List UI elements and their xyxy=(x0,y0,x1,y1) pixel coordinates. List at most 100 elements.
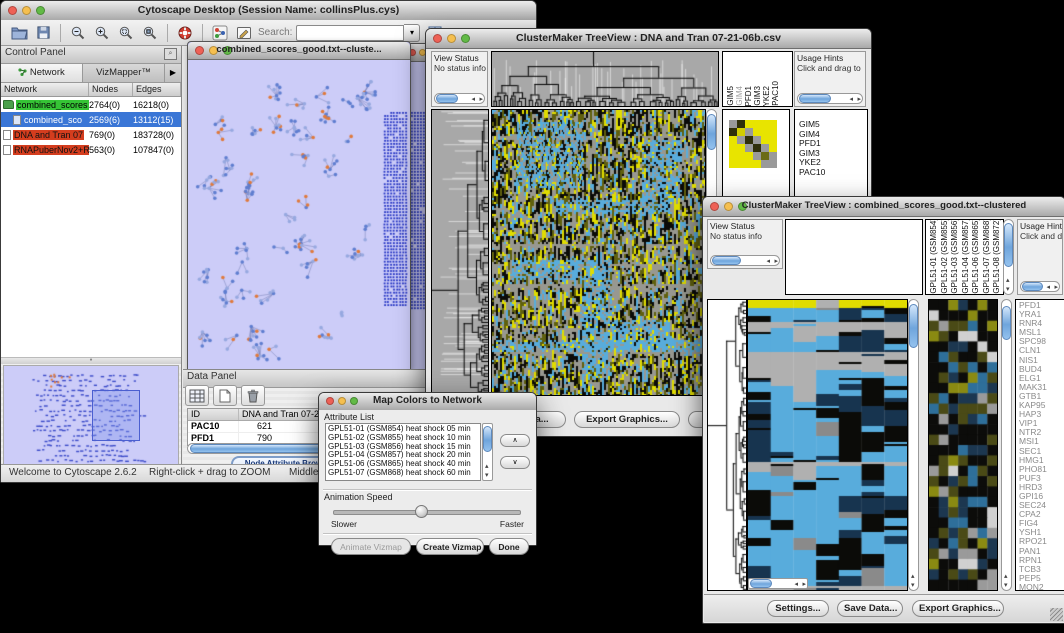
scroll-left-icon[interactable]: ◂ xyxy=(849,95,853,104)
scroll-right-icon[interactable]: ▸ xyxy=(857,95,861,104)
select-attributes-button[interactable] xyxy=(185,385,209,406)
help-button[interactable] xyxy=(174,23,196,43)
heatmap-canvas[interactable] xyxy=(491,109,706,396)
matrix-cell[interactable] xyxy=(745,120,753,128)
close-icon[interactable] xyxy=(8,6,17,15)
column-label[interactable]: GIM5 xyxy=(726,86,735,106)
view-status-hscrollbar[interactable]: ◂▸ xyxy=(434,93,485,104)
matrix-cell[interactable] xyxy=(745,128,753,136)
scroll-right-icon[interactable]: ▸ xyxy=(1054,283,1058,292)
matrix-cell[interactable] xyxy=(737,152,745,160)
main-titlebar[interactable]: Cytoscape Desktop (Session Name: collins… xyxy=(1,1,536,21)
matrix-cell[interactable] xyxy=(737,120,745,128)
tab-network[interactable]: Network xyxy=(1,64,83,82)
matrix-cell[interactable] xyxy=(761,120,769,128)
matrix-cell[interactable] xyxy=(737,128,745,136)
matrix-cell[interactable] xyxy=(753,152,761,160)
attribute-list[interactable]: GPL51-01 (GSM854) heat shock 05 minGPL51… xyxy=(325,423,481,481)
network-list-row[interactable]: RNAPuberNov2+R 563(0) 107847(0) xyxy=(1,142,181,157)
scroll-up-icon[interactable]: ▴ xyxy=(1006,276,1010,285)
column-label[interactable]: GPL51-01 (GSM854) xyxy=(929,219,940,294)
scrollbar-thumb[interactable] xyxy=(712,256,741,265)
matrix-cell[interactable] xyxy=(729,144,737,152)
matrix-cell[interactable] xyxy=(745,160,753,168)
frame-titlebar[interactable]: combined_scores_good.txt--cluste... xyxy=(188,42,410,60)
create-attribute-button[interactable] xyxy=(213,385,237,406)
birds-eye-viewport-rect[interactable] xyxy=(92,390,140,441)
move-up-button[interactable]: ∧ xyxy=(500,434,530,447)
scroll-up-icon[interactable]: ▴ xyxy=(1004,572,1008,581)
scroll-right-icon[interactable]: ▸ xyxy=(774,257,778,266)
matrix-cell[interactable] xyxy=(761,128,769,136)
matrix-cell[interactable] xyxy=(761,144,769,152)
zoom-out-button[interactable] xyxy=(67,23,89,43)
column-header-id[interactable]: ID xyxy=(188,409,239,420)
done-button[interactable]: Done xyxy=(489,538,529,555)
row-dendrogram-canvas[interactable] xyxy=(707,299,747,591)
attribute-item[interactable]: GPL51-07 (GSM868) heat shock 60 min xyxy=(328,469,478,478)
correlation-matrix[interactable] xyxy=(729,120,789,168)
scroll-right-icon[interactable]: ▸ xyxy=(479,95,483,104)
close-icon[interactable] xyxy=(195,46,204,55)
row-dendrogram-canvas[interactable] xyxy=(431,109,489,396)
matrix-cell[interactable] xyxy=(769,152,777,160)
matrix-cell[interactable] xyxy=(769,120,777,128)
slider-thumb[interactable] xyxy=(415,505,428,518)
column-label[interactable]: GIM3 xyxy=(753,86,762,106)
matrix-cell[interactable] xyxy=(729,120,737,128)
scroll-up-icon[interactable]: ▴ xyxy=(911,572,915,581)
scroll-left-icon[interactable]: ◂ xyxy=(794,580,798,589)
matrix-cell[interactable] xyxy=(753,144,761,152)
resize-grip[interactable] xyxy=(1050,608,1063,621)
tv1-titlebar[interactable]: ClusterMaker TreeView : DNA and Tran 07-… xyxy=(426,29,871,49)
gene-label[interactable]: PAC10 xyxy=(799,168,867,178)
scrollbar-thumb[interactable] xyxy=(707,114,716,150)
matrix-cell[interactable] xyxy=(729,128,737,136)
column-label[interactable]: PFD1 xyxy=(744,86,753,106)
heatmap-hscrollbar[interactable]: ◂▸ xyxy=(748,578,808,589)
zoom-fit-button[interactable] xyxy=(115,23,137,43)
network-canvas[interactable] xyxy=(188,60,408,368)
scrollbar-thumb[interactable] xyxy=(799,94,831,103)
column-label[interactable]: GIM4 xyxy=(735,86,744,106)
tab-vizmapper[interactable]: VizMapper™ xyxy=(83,64,165,82)
network-list-row[interactable]: combined_sco 2569(6) 13112(15) xyxy=(1,112,181,127)
gene-label[interactable]: MON2 xyxy=(1019,583,1064,591)
scroll-down-icon[interactable]: ▾ xyxy=(1004,581,1008,590)
matrix-cell[interactable] xyxy=(745,152,753,160)
scroll-down-icon[interactable]: ▾ xyxy=(911,581,915,590)
tab-overflow-button[interactable]: ▶ xyxy=(165,64,181,82)
close-icon[interactable] xyxy=(710,202,719,211)
network-list-row[interactable]: DNA and Tran 07 769(0) 183728(0) xyxy=(1,127,181,142)
column-label[interactable]: GPL51-02 (GSM855) xyxy=(940,219,951,294)
attribute-list-vscrollbar[interactable]: ▴▾ xyxy=(482,423,493,481)
column-label[interactable]: GPL51-08 (GSM872) xyxy=(992,219,1003,294)
scroll-right-icon[interactable]: ▸ xyxy=(802,580,806,589)
export-graphics-button[interactable]: Export Graphics... xyxy=(574,411,680,428)
birds-eye-view[interactable] xyxy=(3,365,179,469)
matrix-cell[interactable] xyxy=(753,136,761,144)
scrollbar-thumb[interactable] xyxy=(1002,306,1011,340)
zoom-selected-button[interactable] xyxy=(139,23,161,43)
matrix-cell[interactable] xyxy=(753,128,761,136)
network-view-frame[interactable]: combined_scores_good.txt--cluste... xyxy=(187,41,411,371)
column-header-network[interactable]: Network xyxy=(1,83,89,96)
scroll-up-icon[interactable]: ▴ xyxy=(485,462,489,471)
save-session-button[interactable] xyxy=(32,23,54,43)
matrix-cell[interactable] xyxy=(761,136,769,144)
scroll-down-icon[interactable]: ▾ xyxy=(1006,285,1010,294)
matrix-cell[interactable] xyxy=(745,144,753,152)
scroll-left-icon[interactable]: ◂ xyxy=(471,95,475,104)
column-header-edges[interactable]: Edges xyxy=(133,83,181,96)
matrix-cell[interactable] xyxy=(729,160,737,168)
scrollbar-thumb[interactable] xyxy=(750,579,772,588)
matrix-cell[interactable] xyxy=(737,136,745,144)
matrix-cell[interactable] xyxy=(769,128,777,136)
view-status-hscrollbar[interactable]: ◂▸ xyxy=(710,255,780,266)
scrollbar-thumb[interactable] xyxy=(1004,223,1013,267)
heatmap-canvas[interactable] xyxy=(747,299,908,591)
vizmapper-button[interactable] xyxy=(209,23,231,43)
usage-hints-hscrollbar[interactable]: ◂▸ xyxy=(797,93,863,104)
scroll-left-icon[interactable]: ◂ xyxy=(766,257,770,266)
close-icon[interactable] xyxy=(433,34,442,43)
